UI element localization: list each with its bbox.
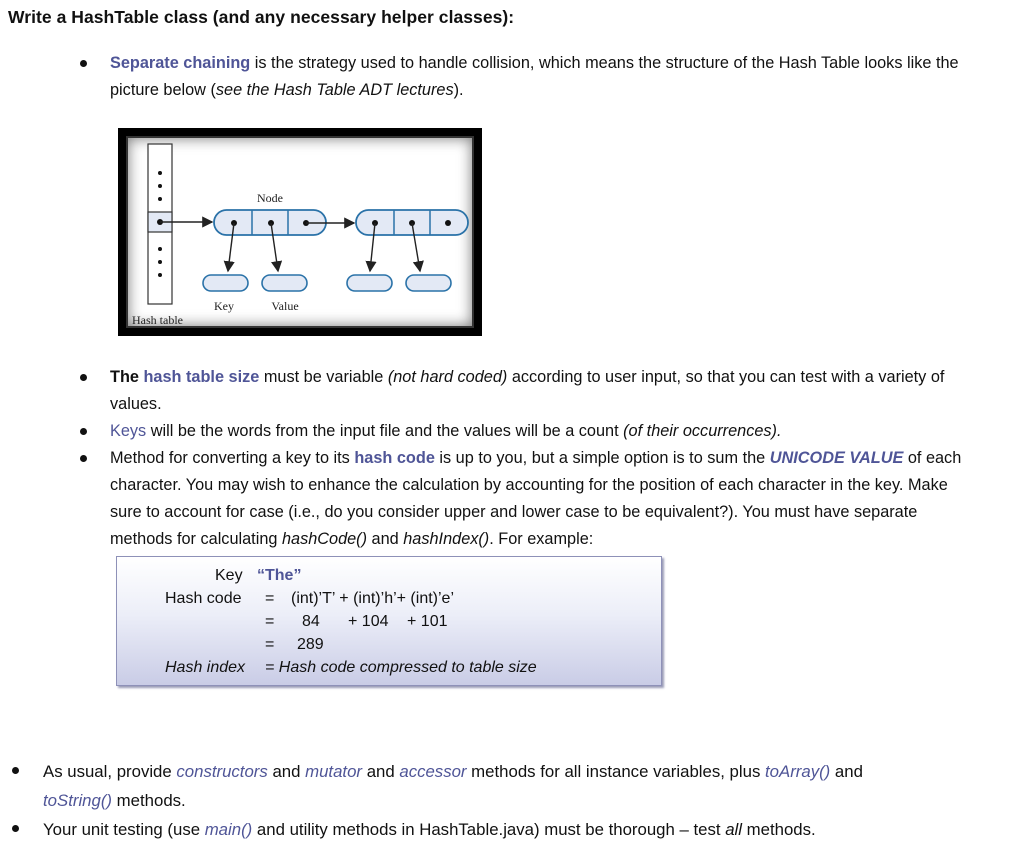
text: will be the words from the input file an… — [146, 422, 624, 440]
text: The — [110, 368, 144, 386]
text: character. You may wish to enhance the c… — [110, 476, 948, 494]
tostring-method-name: toString() — [43, 791, 113, 810]
text: must be variable — [259, 368, 388, 386]
text: methods. — [112, 791, 186, 810]
text: is the strategy used to handle collision… — [250, 54, 959, 72]
separate-chaining-term: Separate chaining — [110, 54, 251, 72]
main-method-name: main() — [204, 820, 253, 839]
table-size-paragraph: The hash table size must be variable (no… — [110, 364, 1020, 418]
example-hash-expression: (int)’T’ + (int)’h’+ (int)’e’ — [291, 590, 454, 607]
text: (not hard coded) — [387, 368, 508, 386]
text: and — [267, 762, 306, 781]
separate-chaining-diagram: Node Key Value Hash table — [132, 143, 469, 326]
constructors-term: constructors — [176, 762, 268, 781]
bullet-marker — [12, 825, 19, 832]
text: values. — [110, 395, 162, 413]
hashindex-method-name: hashIndex() — [403, 530, 490, 548]
hash-table-label: Hash table — [132, 313, 183, 326]
text: and — [367, 530, 404, 548]
bullet-marker — [80, 428, 87, 435]
node-2 — [355, 209, 469, 236]
methods-paragraph: As usual, provide constructors and mutat… — [43, 757, 1018, 815]
bullet-marker — [80, 455, 87, 462]
example-key-value: “The” — [257, 567, 302, 584]
example-code-h: + 104 — [348, 613, 389, 630]
key-label: Key — [214, 299, 234, 313]
text: and utility methods in HashTable.java) m… — [252, 820, 726, 839]
node-label: Node — [257, 191, 283, 205]
lecture-reference: see the Hash Table ADT lectures — [215, 81, 454, 99]
hash-table-size-term: hash table size — [143, 368, 260, 386]
key-object — [346, 274, 393, 292]
bullet-marker — [80, 60, 87, 67]
separate-chaining-paragraph: Separate chaining is the strategy used t… — [110, 50, 1020, 104]
value-object — [261, 274, 308, 292]
key-object — [202, 274, 249, 292]
bullet-marker — [12, 767, 19, 774]
text: and — [830, 762, 863, 781]
text: all — [725, 820, 742, 839]
keys-term: Keys — [110, 422, 147, 440]
hashcode-method-name: hashCode() — [281, 530, 368, 548]
text: Your unit testing (use — [43, 820, 205, 839]
text: sure to account for case (i.e., do you c… — [110, 503, 918, 521]
text: of each — [903, 449, 962, 467]
text: and — [362, 762, 400, 781]
text: is up to you, but a simple option is to … — [434, 449, 770, 467]
accessor-term: accessor — [399, 762, 467, 781]
keys-paragraph: Keys will be the words from the input fi… — [110, 418, 1020, 445]
text: methods for calculating — [110, 530, 282, 548]
text: . For example: — [489, 530, 594, 548]
toarray-method-name: toArray() — [765, 762, 831, 781]
hash-table-figure: Node Key Value Hash table — [118, 128, 482, 336]
text: methods. — [742, 820, 816, 839]
value-label: Value — [271, 299, 298, 313]
value-object — [405, 274, 452, 292]
text: ). — [453, 81, 464, 99]
example-hash-sum: 289 — [297, 636, 324, 653]
text: methods for all instance variables, plus — [466, 762, 765, 781]
hash-code-term: hash code — [354, 449, 435, 467]
text: according to user input, so that you can… — [507, 368, 945, 386]
example-code-e: + 101 — [407, 613, 448, 630]
equals-sign: = — [265, 590, 275, 607]
text: As usual, provide — [43, 762, 177, 781]
example-hash-index-description: = Hash code compressed to table size — [265, 659, 537, 676]
example-hash-code-label: Hash code — [165, 590, 242, 607]
text: (of their occurrences). — [623, 422, 782, 440]
example-code-T: 84 — [302, 613, 320, 630]
example-key-label: Key — [215, 567, 243, 584]
equals-sign: = — [265, 613, 275, 630]
mutator-term: mutator — [305, 762, 363, 781]
equals-sign: = — [265, 636, 275, 653]
bullet-marker — [80, 374, 87, 381]
hash-example-box: Key “The” Hash code = (int)’T’ + (int)’h… — [116, 556, 662, 686]
figure-canvas: Node Key Value Hash table — [126, 136, 474, 328]
unicode-value-term: UNICODE VALUE — [769, 449, 904, 467]
page-heading: Write a HashTable class (and any necessa… — [8, 7, 515, 27]
example-hash-index-label: Hash index — [165, 659, 246, 676]
testing-paragraph: Your unit testing (use main() and utilit… — [43, 815, 1018, 844]
hash-method-paragraph: Method for converting a key to its hash … — [110, 445, 1022, 553]
text: Method for converting a key to its — [110, 449, 355, 467]
text: picture below ( — [110, 81, 216, 99]
